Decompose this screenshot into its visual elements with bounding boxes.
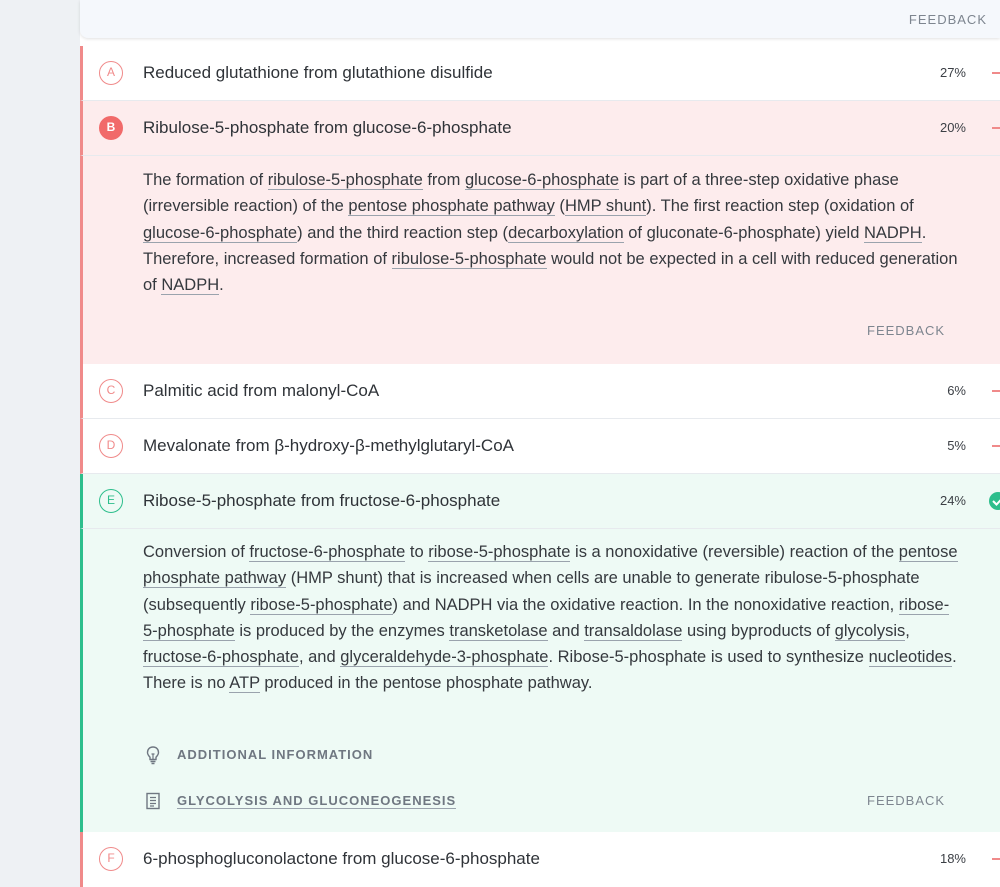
glossary-link[interactable]: ribose-5-phosphate	[250, 595, 393, 615]
glossary-link[interactable]: ATP	[229, 674, 260, 694]
feedback-button[interactable]: FEEDBACK	[909, 12, 987, 27]
answer-option-e[interactable]: E Ribose-5-phosphate from fructose-6-pho…	[80, 474, 1000, 529]
answer-letter-badge: F	[99, 847, 123, 871]
answer-text: 6-phosphogluconolactone from glucose-6-p…	[143, 849, 540, 868]
explanation-text: Conversion of fructose-6-phosphate to ri…	[143, 543, 958, 694]
glossary-link[interactable]: transketolase	[449, 621, 548, 641]
incorrect-mark-icon	[992, 445, 1000, 447]
glossary-link[interactable]: glycolysis	[834, 621, 906, 641]
glossary-link[interactable]: fructose-6-phosphate	[143, 648, 299, 668]
previous-explanation-card: FEEDBACK	[80, 0, 1000, 38]
answer-percent: 27%	[939, 65, 966, 80]
glossary-link[interactable]: fructose-6-phosphate	[249, 543, 406, 562]
check-circle-icon	[989, 492, 1000, 510]
answer-text: Reduced glutathione from glutathione dis…	[143, 63, 493, 82]
incorrect-mark-icon	[992, 390, 1000, 392]
explanation-text: The formation of ribulose-5-phosphate fr…	[143, 171, 958, 296]
glossary-link[interactable]: decarboxylation	[508, 223, 624, 243]
glossary-link[interactable]: pentose phosphate pathway	[348, 197, 555, 217]
lightbulb-icon	[143, 745, 163, 768]
answer-percent: 6%	[947, 383, 966, 398]
answer-letter-badge: C	[99, 379, 123, 403]
article-link-label[interactable]: GLYCOLYSIS AND GLUCONEOGENESIS	[177, 793, 457, 809]
answer-option-a[interactable]: A Reduced glutathione from glutathione d…	[80, 46, 1000, 101]
left-sidebar	[0, 0, 80, 861]
answer-text: Palmitic acid from malonyl-CoA	[143, 381, 380, 400]
answer-percent: 18%	[939, 851, 966, 866]
feedback-button[interactable]: FEEDBACK	[867, 793, 945, 808]
answer-letter-badge: A	[99, 61, 123, 85]
answer-letter-badge: E	[99, 489, 123, 513]
incorrect-mark-icon	[992, 127, 1000, 129]
glossary-link[interactable]: nucleotides	[868, 648, 953, 668]
answer-option-d[interactable]: D Mevalonate from β-hydroxy-β-methylglut…	[80, 419, 1000, 474]
answer-percent: 5%	[947, 438, 966, 453]
answer-option-f[interactable]: F 6-phosphogluconolactone from glucose-6…	[80, 832, 1000, 887]
answer-option-b[interactable]: B Ribulose-5-phosphate from glucose-6-ph…	[80, 101, 1000, 156]
glossary-link[interactable]: ribose-5-phosphate	[428, 543, 571, 562]
answer-percent: 20%	[939, 120, 966, 135]
glossary-link[interactable]: glyceraldehyde-3-phosphate	[340, 648, 549, 668]
answer-option-c[interactable]: C Palmitic acid from malonyl-CoA 6%	[80, 364, 1000, 419]
incorrect-mark-icon	[992, 72, 1000, 74]
answer-letter-badge: B	[99, 116, 123, 140]
answer-text: Mevalonate from β-hydroxy-β-methylglutar…	[143, 436, 515, 455]
explanation-b: The formation of ribulose-5-phosphate fr…	[80, 156, 1000, 364]
glossary-link[interactable]: NADPH	[863, 223, 922, 243]
incorrect-mark-icon	[992, 858, 1000, 860]
glossary-link[interactable]: NADPH	[161, 276, 220, 296]
glossary-link[interactable]: ribulose-5-phosphate	[267, 171, 423, 190]
glossary-link[interactable]: glucose-6-phosphate	[143, 223, 298, 243]
answer-percent: 24%	[939, 493, 966, 508]
glossary-link[interactable]: transaldolase	[584, 621, 683, 641]
glossary-link[interactable]: ribulose-5-phosphate	[391, 249, 547, 269]
feedback-button[interactable]: FEEDBACK	[867, 323, 945, 338]
document-icon	[143, 791, 163, 814]
glossary-link[interactable]: glucose-6-phosphate	[464, 171, 620, 190]
explanation-e: Conversion of fructose-6-phosphate to ri…	[80, 529, 1000, 832]
answer-text: Ribose-5-phosphate from fructose-6-phosp…	[143, 491, 501, 510]
additional-information-label: ADDITIONAL INFORMATION	[177, 747, 374, 762]
answer-letter-badge: D	[99, 434, 123, 458]
glossary-link[interactable]: HMP shunt	[564, 197, 647, 217]
answer-text: Ribulose-5-phosphate from glucose-6-phos…	[143, 118, 512, 137]
answer-panel: FEEDBACK A Reduced glutathione from glut…	[80, 0, 1000, 887]
